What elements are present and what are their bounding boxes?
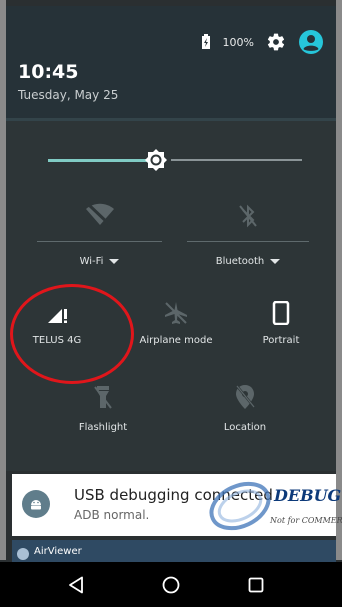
recents-icon[interactable] (248, 577, 264, 593)
quick-settings-header: 100% 10:45 Tuesday, May 25 (6, 6, 336, 120)
portrait-phone-icon (272, 301, 290, 325)
brightness-slider-track[interactable] (171, 159, 302, 161)
home-icon[interactable] (162, 576, 180, 594)
tile-bluetooth-label-row[interactable]: Bluetooth (187, 256, 309, 267)
chevron-down-icon[interactable] (109, 259, 120, 264)
tile-bluetooth[interactable] (187, 203, 309, 229)
clock-time[interactable]: 10:45 (18, 61, 78, 83)
tile-airplane-label: Airplane mode (139, 335, 213, 346)
tile-flashlight-label: Flashlight (78, 422, 128, 433)
gear-icon[interactable] (266, 32, 286, 52)
battery-charging-icon (201, 34, 210, 49)
airplane-icon (165, 302, 187, 324)
wifi-off-icon (85, 203, 114, 227)
flashlight-off-icon (94, 386, 112, 409)
status-row: 100% (201, 28, 324, 56)
bluetooth-divider (187, 241, 309, 242)
brightness-icon[interactable] (145, 149, 167, 171)
location-off-icon (236, 385, 255, 409)
notification-card[interactable]: USB debugging connected ADB normal. DEBU… (12, 474, 342, 536)
notification-subtitle: ADB normal. (74, 508, 150, 522)
phone-screen: 100% 10:45 Tuesday, May 25 Wi-Fi Bluetoo… (0, 0, 342, 607)
tile-wifi-label-row[interactable]: Wi-Fi (37, 256, 162, 267)
bluetooth-off-icon (239, 204, 257, 228)
android-icon (22, 490, 50, 518)
tile-wifi[interactable] (37, 203, 162, 227)
navigation-bar (0, 562, 342, 607)
tile-wifi-label: Wi-Fi (79, 256, 104, 267)
watermark: DEBUG only Not for COMMERCIAL (200, 476, 342, 534)
tile-rotation-label: Portrait (262, 335, 300, 346)
date-text[interactable]: Tuesday, May 25 (18, 88, 118, 102)
battery-percent: 100% (222, 35, 254, 49)
tile-rotation[interactable]: Portrait (237, 301, 325, 346)
chevron-down-icon[interactable] (270, 259, 281, 264)
tile-location[interactable]: Location (200, 384, 290, 433)
watermark-swoosh (209, 481, 271, 531)
account-icon[interactable] (298, 29, 324, 55)
tile-location-label: Location (223, 422, 267, 433)
tile-flashlight[interactable]: Flashlight (58, 384, 148, 433)
back-icon[interactable] (68, 576, 84, 594)
app-icon (17, 548, 29, 560)
watermark-commercial: Not for COMMERCIAL (270, 516, 342, 525)
tile-airplane[interactable]: Airplane mode (126, 301, 226, 346)
tile-bluetooth-label: Bluetooth (215, 256, 265, 267)
wifi-divider (37, 241, 162, 242)
watermark-debug: DEBUG only (274, 486, 342, 505)
background-app-label: AirViewer (34, 546, 82, 557)
annotation-circle (10, 284, 134, 384)
